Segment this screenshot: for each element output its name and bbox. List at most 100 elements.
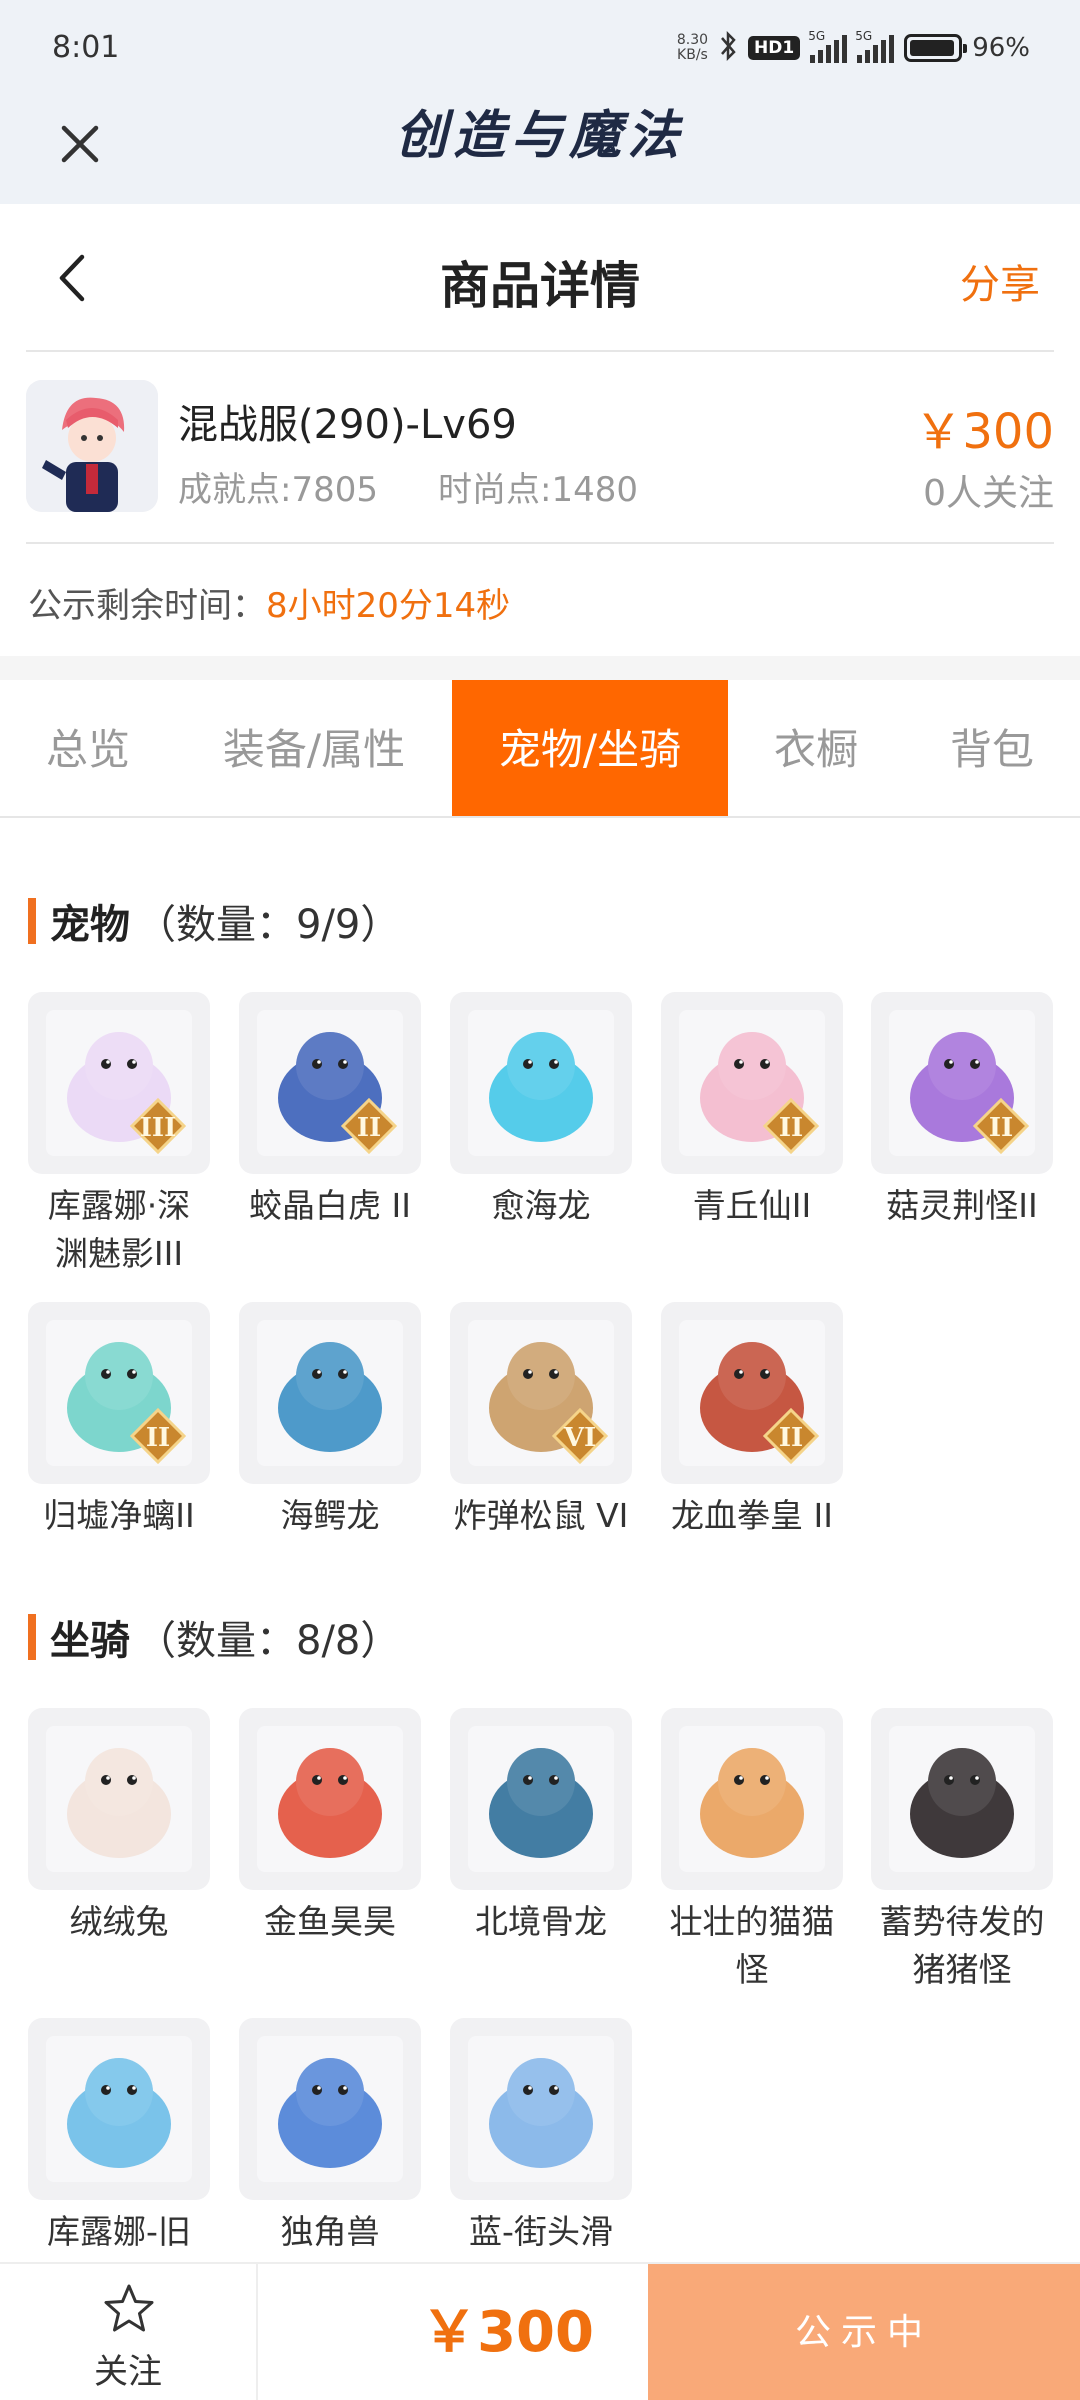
pet-image: III — [28, 992, 210, 1174]
pet-card[interactable]: 海鳄龙 — [239, 1302, 421, 1540]
net-speed-unit: KB/s — [677, 47, 708, 63]
app-title: 创造与魔法 — [394, 105, 685, 166]
mount-image — [239, 1708, 421, 1890]
page-header: 商品详情 分享 — [0, 204, 1080, 350]
pet-name: 炸弹松鼠 VI — [453, 1496, 629, 1535]
pet-name: 海鳄龙 — [280, 1496, 380, 1535]
tab-bar: 总览 装备/属性 宠物/坐骑 衣橱 背包 — [0, 680, 1080, 818]
mount-card[interactable]: 库露娜-旧 — [28, 2018, 210, 2256]
share-button[interactable]: 分享 — [960, 252, 1040, 310]
page-title: 商品详情 — [440, 257, 640, 315]
star-icon — [104, 2284, 154, 2332]
mount-card[interactable]: 金鱼昊昊 — [239, 1708, 421, 1946]
battery-percent: 96% — [972, 33, 1030, 63]
pet-card[interactable]: II 归墟净螭II — [28, 1302, 210, 1540]
tier-label: III — [140, 1113, 177, 1143]
mount-image — [239, 2018, 421, 2200]
mount-image — [450, 1708, 632, 1890]
tab-overview[interactable]: 总览 — [0, 680, 176, 816]
pet-name: 菇灵荆怪II — [886, 1186, 1038, 1225]
mount-card[interactable]: 北境骨龙 — [450, 1708, 632, 1946]
tier-label: VI — [563, 1423, 596, 1453]
mount-card[interactable]: 独角兽 — [239, 2018, 421, 2256]
pet-card[interactable]: II 龙血拳皇 II — [661, 1302, 843, 1540]
tier-label: II — [779, 1423, 803, 1453]
mount-card[interactable]: 蓄势待发的 猪猪怪 — [871, 1708, 1053, 1994]
mount-image — [28, 1708, 210, 1890]
pet-image: II — [871, 992, 1053, 1174]
hd-badge: HD1 — [748, 36, 801, 60]
pet-card[interactable]: II 蛟晶白虎 II — [239, 992, 421, 1230]
pets-section-title: 宠物 （数量：9/9） — [28, 896, 400, 948]
follow-label: 关注 — [94, 2352, 162, 2392]
fashion-points: 时尚点:1480 — [437, 470, 638, 510]
pet-image — [239, 1302, 421, 1484]
section-gap — [0, 656, 1080, 680]
achievement-points: 成就点:7805 — [178, 470, 378, 510]
mount-card[interactable]: 绒绒兔 — [28, 1708, 210, 1946]
mount-name: 金鱼昊昊 — [264, 1902, 396, 1941]
pet-name: 青丘仙II — [692, 1186, 812, 1225]
product-stats: 成就点:7805 时尚点:1480 — [178, 462, 638, 511]
mount-image — [28, 2018, 210, 2200]
follower-count: 0人关注 — [923, 473, 1054, 514]
pet-image: VI — [450, 1302, 632, 1484]
pet-image: II — [28, 1302, 210, 1484]
tab-equipment[interactable]: 装备/属性 — [176, 680, 452, 816]
net-speed: 8.30 KB/s — [677, 33, 708, 63]
mounts-title: 坐骑 — [50, 1618, 130, 1664]
battery-icon — [904, 34, 968, 62]
pet-card[interactable]: II 菇灵荆怪II — [871, 992, 1053, 1230]
pet-name: 库露娜·深 渊魅影III — [47, 1186, 191, 1273]
net-speed-value: 8.30 — [676, 32, 709, 48]
pet-card[interactable]: III 库露娜·深 渊魅影III — [28, 992, 210, 1278]
mount-name: 蓄势待发的 猪猪怪 — [879, 1902, 1045, 1989]
pet-name: 蛟晶白虎 II — [249, 1186, 411, 1225]
mount-name: 绒绒兔 — [69, 1902, 169, 1941]
pet-image: II — [239, 992, 421, 1174]
status-time: 8:01 — [52, 30, 120, 65]
pet-image — [450, 992, 632, 1174]
mount-image — [450, 2018, 632, 2200]
follow-button[interactable]: 关注 — [0, 2264, 258, 2400]
status-bar: 8:01 8.30 KB/s HD1 5G 5G 96% — [0, 0, 1080, 96]
product-name: 混战服(290)-Lv69 — [178, 402, 517, 448]
pet-image: II — [661, 992, 843, 1174]
network-type: 5G — [808, 29, 826, 43]
pet-card[interactable]: 愈海龙 — [450, 992, 632, 1230]
mount-image — [871, 1708, 1053, 1890]
character-avatar — [26, 380, 158, 512]
timer-value: 8小时20分14秒 — [266, 586, 511, 626]
pet-image: II — [661, 1302, 843, 1484]
tab-backpack[interactable]: 背包 — [904, 680, 1080, 816]
pet-card[interactable]: II 青丘仙II — [661, 992, 843, 1230]
mounts-count: （数量：8/8） — [136, 1618, 401, 1664]
status-icons: 8.30 KB/s HD1 5G 5G 96% — [677, 28, 1030, 68]
app-bar: 创造与魔法 — [0, 96, 1080, 204]
tier-label: II — [989, 1113, 1013, 1143]
mounts-section-title: 坐骑 （数量：8/8） — [28, 1612, 400, 1664]
publicity-timer: 公示剩余时间：8小时20分14秒 — [28, 578, 510, 627]
section-marker — [28, 898, 36, 944]
pet-name: 龙血拳皇 II — [671, 1496, 833, 1535]
tab-pets-mounts[interactable]: 宠物/坐骑 — [452, 680, 728, 816]
pet-card[interactable]: VI 炸弹松鼠 VI — [450, 1302, 632, 1540]
pets-count: （数量：9/9） — [136, 902, 401, 948]
timer-label: 公示剩余时间： — [28, 586, 266, 626]
tier-label: II — [146, 1423, 170, 1453]
pet-name: 愈海龙 — [491, 1186, 591, 1225]
mount-name: 库露娜-旧 — [47, 2212, 191, 2251]
tier-label: II — [779, 1113, 803, 1143]
mount-name: 北境骨龙 — [475, 1902, 607, 1941]
bluetooth-icon — [718, 30, 738, 66]
signal-icon-2: 5G — [855, 29, 895, 63]
tier-label: II — [357, 1113, 381, 1143]
mount-card[interactable]: 壮壮的猫猫怪 — [661, 1708, 843, 1994]
mount-card[interactable]: 蓝-街头滑 — [450, 2018, 632, 2256]
mount-name: 蓝-街头滑 — [469, 2212, 613, 2251]
tab-wardrobe[interactable]: 衣橱 — [728, 680, 904, 816]
publicity-status-button[interactable]: 公示中 — [648, 2264, 1080, 2400]
section-marker — [28, 1614, 36, 1660]
bottom-price: ￥300 — [421, 2300, 594, 2365]
pet-name: 归墟净螭II — [43, 1496, 195, 1535]
